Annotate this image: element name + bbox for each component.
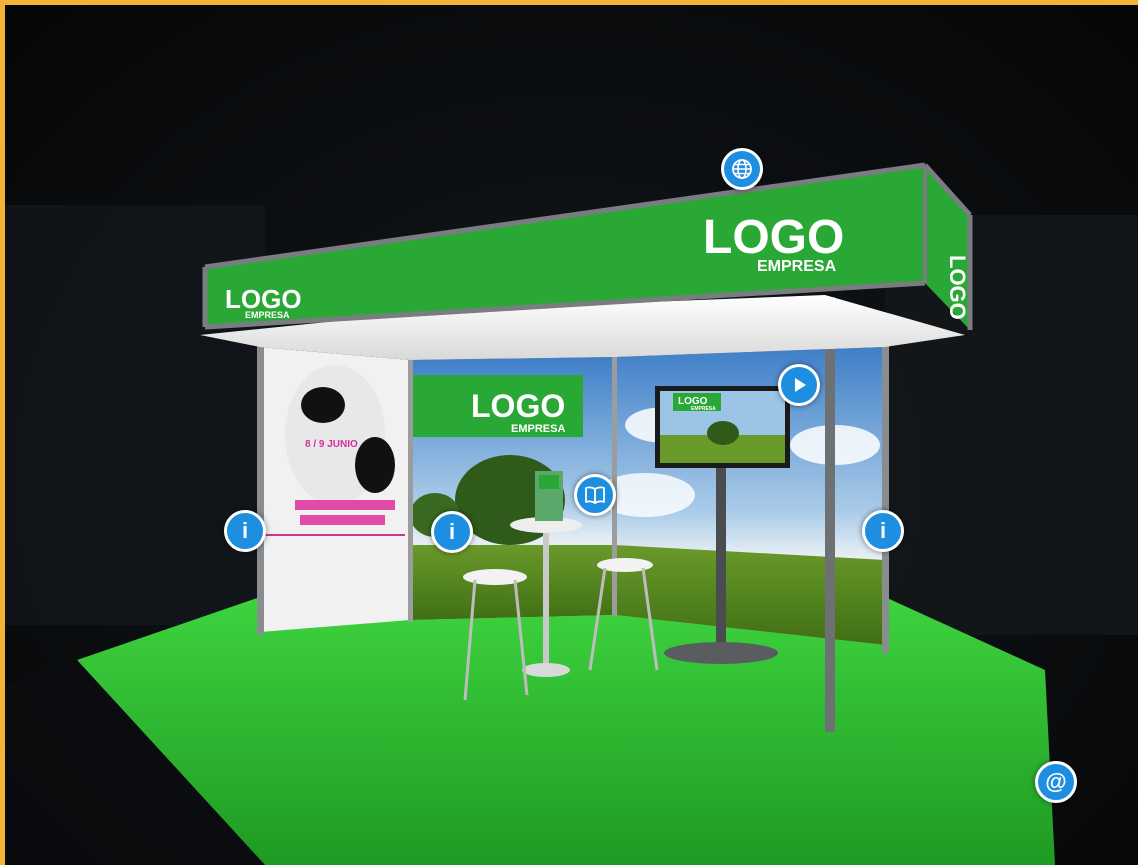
info-icon: i <box>879 518 887 543</box>
poster-dog-nose <box>355 437 395 493</box>
wall-logo-sub: EMPRESA <box>511 423 565 435</box>
header-logo-sub: EMPRESA <box>757 258 837 275</box>
poster-title-bar-1 <box>295 500 395 510</box>
tv-tree <box>707 421 739 445</box>
globe-icon <box>732 159 752 179</box>
table-pole <box>543 527 549 667</box>
play-icon <box>795 378 806 392</box>
info-hotspot-right-button[interactable]: i <box>862 510 904 552</box>
post-right-back <box>882 343 889 653</box>
header-small-logo-sub: EMPRESA <box>245 310 290 320</box>
poster-date: 8 / 9 JUNIO <box>305 439 358 450</box>
tv-logo-sub: EMPRESA <box>691 406 716 412</box>
poster-dog-eye-patch <box>301 387 345 423</box>
stool-left-seat <box>463 569 527 585</box>
table-base <box>522 663 570 677</box>
brochure-logo <box>539 475 559 489</box>
booth-viewer: 8 / 9 JUNIO LOGO EMPRESA LOGO EMPRESA LO… <box>5 5 1138 865</box>
brochure-hotspot-button[interactable] <box>574 474 616 516</box>
video-hotspot-button[interactable] <box>778 364 820 406</box>
at-icon: @ <box>1045 769 1067 794</box>
tv-stand-pole <box>716 467 726 652</box>
header-side-logo-text: LOGO <box>945 255 970 320</box>
website-hotspot-button[interactable] <box>721 148 763 190</box>
booth-scene: 8 / 9 JUNIO LOGO EMPRESA LOGO EMPRESA LO… <box>5 162 1138 865</box>
info-icon: i <box>241 518 249 543</box>
header-logo-text: LOGO <box>703 211 844 264</box>
post-left <box>257 345 264 635</box>
post-mid-left <box>408 357 413 622</box>
info-hotspot-left-button[interactable]: i <box>224 510 266 552</box>
book-icon <box>585 486 605 504</box>
info-hotspot-center-button[interactable]: i <box>431 511 473 553</box>
wall-logo-text: LOGO <box>471 388 565 424</box>
email-hotspot-button[interactable]: @ <box>1035 761 1077 803</box>
poster-title-bar-2 <box>300 515 385 525</box>
tv-stand-base <box>664 642 778 664</box>
info-icon: i <box>448 519 456 544</box>
post-front-right <box>825 297 835 732</box>
